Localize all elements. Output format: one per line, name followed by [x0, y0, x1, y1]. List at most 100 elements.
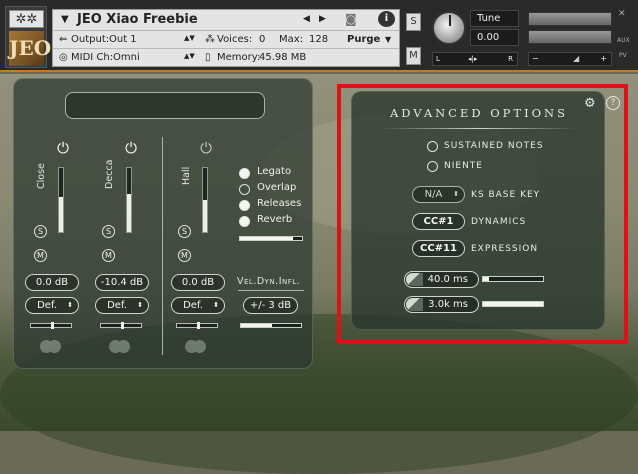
collapse-arrow-icon[interactable]: ▼ [61, 14, 69, 25]
midi-dropdown-icon[interactable]: ▲▼ [184, 52, 195, 60]
reverb-amount-fill [240, 237, 293, 240]
decca-preset-dropdown-icon: ⬍ [137, 301, 143, 309]
next-instrument-icon[interactable]: ▶ [319, 14, 326, 24]
decca-power-icon[interactable]: ⏻ [122, 139, 140, 157]
vel-dyn-label: Vel.Dyn.Infl. [237, 276, 301, 287]
close-pan-slider[interactable] [30, 322, 72, 329]
vel-dyn-underline [238, 290, 304, 291]
divider [53, 48, 399, 49]
close-solo-button[interactable]: S [34, 225, 47, 238]
instrument-info-panel: ▼ JEO Xiao Freebie ◀ ▶ ◙ i ⇐ Output: Out… [52, 9, 400, 67]
channel-label-close: Close [36, 163, 47, 189]
midi-channel-select[interactable]: Omni [113, 52, 140, 63]
vel-dyn-value[interactable]: +/- 3 dB [243, 297, 298, 314]
close-mute-button[interactable]: M [34, 249, 47, 262]
hall-pan-slider[interactable] [176, 322, 218, 329]
hall-pan-knob [197, 322, 200, 329]
legato-label[interactable]: Legato [257, 166, 291, 177]
tune-knob-indicator [449, 15, 451, 26]
voices-value: 0 [259, 34, 266, 45]
output-label: Output: [71, 34, 110, 45]
patch-name-display [65, 92, 265, 119]
decca-fader-fill [127, 193, 131, 232]
legato-radio[interactable] [239, 168, 250, 179]
level-meter-left [528, 12, 612, 26]
decca-preset-select[interactable]: Def. ⬍ [95, 297, 149, 314]
reverb-radio[interactable] [239, 216, 250, 227]
purge-menu[interactable]: Purge [347, 34, 380, 45]
releases-label[interactable]: Releases [257, 198, 301, 209]
mixer-panel: Close ⏻ S M 0.0 dB Def. ⬍ Decca ⏻ S M -10… [13, 78, 313, 369]
instrument-controls-right: S M Tune 0.00 L ◂|▸ R − ◢ + ✕ AUX PV [404, 9, 638, 67]
memory-value: 45.98 MB [259, 52, 307, 63]
vel-dyn-slider[interactable] [240, 323, 302, 328]
tune-value[interactable]: 0.00 [470, 29, 519, 46]
volume-minus-icon: − [532, 54, 539, 63]
reverb-amount-slider[interactable] [239, 236, 303, 241]
decca-preset-value: Def. [107, 300, 127, 311]
pv-button[interactable]: PV [619, 52, 627, 59]
instrument-header: ✲✲ JEO ▼ JEO Xiao Freebie ◀ ▶ ◙ i ⇐ Outp… [0, 0, 638, 72]
hall-mute-button[interactable]: M [178, 249, 191, 262]
pan-right-label: R [508, 55, 513, 63]
hall-link-icon[interactable] [185, 340, 207, 354]
reverb-label[interactable]: Reverb [257, 214, 292, 225]
snapshot-camera-icon[interactable]: ◙ [345, 12, 357, 26]
tune-label: Tune [470, 10, 519, 27]
pan-center-icon: ◂|▸ [468, 55, 478, 63]
decca-link-icon[interactable] [109, 340, 131, 354]
tune-knob[interactable] [432, 11, 466, 45]
output-dropdown-icon[interactable]: ▲▼ [184, 34, 195, 42]
close-preset-value: Def. [37, 300, 57, 311]
decca-volume-fader[interactable] [126, 167, 132, 233]
channel-label-decca: Decca [104, 159, 115, 189]
hall-solo-button[interactable]: S [178, 225, 191, 238]
hall-power-icon[interactable]: ⏻ [197, 139, 215, 157]
overlap-radio[interactable] [239, 184, 250, 195]
releases-radio[interactable] [239, 200, 250, 211]
close-preset-select[interactable]: Def. ⬍ [25, 297, 79, 314]
channel-label-hall: Hall [181, 166, 192, 185]
close-icon[interactable]: ✕ [618, 9, 626, 19]
info-icon[interactable]: i [378, 11, 395, 27]
hall-volume-fader[interactable] [202, 167, 208, 233]
output-icon: ⇐ [59, 34, 68, 45]
overlap-label[interactable]: Overlap [257, 182, 296, 193]
volume-plus-icon: + [600, 54, 607, 63]
decca-volume-value[interactable]: -10.4 dB [95, 274, 149, 291]
channel-divider [162, 137, 163, 355]
decca-pan-slider[interactable] [100, 322, 142, 329]
purge-dropdown-icon[interactable]: ▼ [385, 35, 391, 44]
max-voices-value[interactable]: 128 [309, 34, 328, 45]
pan-left-label: L [436, 55, 440, 63]
aux-button[interactable]: AUX [617, 37, 630, 44]
memory-icon: ▯ [205, 52, 211, 63]
highlight-box [337, 84, 628, 344]
close-pan-knob [51, 322, 54, 329]
instrument-logo: JEO [9, 31, 51, 66]
pan-slider[interactable]: L ◂|▸ R [432, 52, 518, 66]
close-volume-value[interactable]: 0.0 dB [25, 274, 79, 291]
close-volume-fader[interactable] [58, 167, 64, 233]
prev-instrument-icon[interactable]: ◀ [303, 14, 310, 24]
close-link-icon[interactable] [40, 340, 62, 354]
memory-label: Memory: [217, 52, 261, 63]
mute-button[interactable]: M [406, 47, 421, 65]
solo-button[interactable]: S [406, 13, 421, 31]
hall-preset-select[interactable]: Def. ⬍ [171, 297, 225, 314]
midi-icon: ◎ [59, 52, 68, 63]
decca-solo-button[interactable]: S [102, 225, 115, 238]
close-power-icon[interactable]: ⏻ [54, 139, 72, 157]
close-fader-fill [59, 196, 63, 232]
vel-dyn-fill [241, 324, 273, 327]
output-select[interactable]: Out 1 [109, 34, 137, 45]
midi-label: MIDI Ch: [71, 52, 114, 63]
hall-volume-value[interactable]: 0.0 dB [171, 274, 225, 291]
instrument-options-icon[interactable]: ✲✲ [9, 10, 44, 28]
instrument-title[interactable]: JEO Xiao Freebie [77, 12, 198, 27]
hall-fader-fill [203, 200, 207, 232]
volume-slider[interactable]: − ◢ + [528, 52, 612, 66]
decca-mute-button[interactable]: M [102, 249, 115, 262]
voices-icon: ⁂ [205, 34, 215, 45]
divider [53, 30, 399, 31]
